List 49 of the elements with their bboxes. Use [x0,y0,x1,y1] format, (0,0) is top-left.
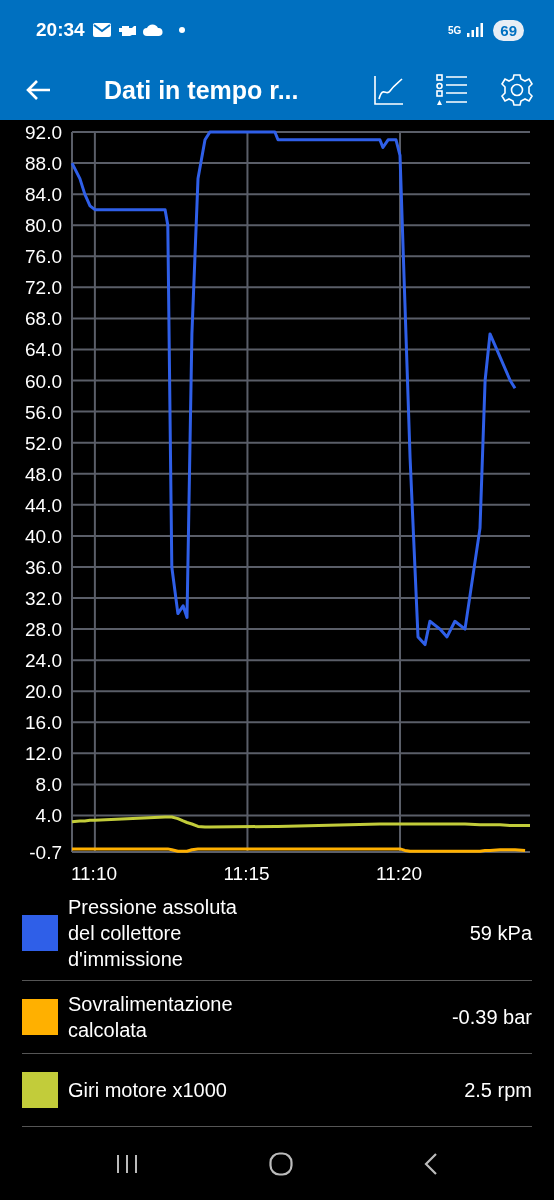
y-tick-label: 56.0 [25,401,62,423]
y-tick-label: 4.0 [35,805,62,827]
y-tick-label: 48.0 [25,463,62,485]
legend-label: Sovralimentazione calcolata [68,992,234,1043]
y-tick-label: 88.0 [25,153,62,175]
recent-apps-icon[interactable] [115,1153,138,1174]
y-tick-label: 36.0 [25,556,62,578]
x-tick-label: 11:20 [376,863,423,884]
y-tick-label: 16.0 [25,712,62,734]
screen-title: Dati in tempo r... [104,75,300,105]
signal-icon [467,23,484,37]
y-tick-label: 28.0 [25,619,62,641]
y-tick-label: 84.0 [25,184,62,206]
back-icon[interactable] [424,1151,439,1176]
y-tick-label: 72.0 [25,277,62,299]
settings-icon[interactable] [500,73,534,107]
x-tick-label: 11:10 [70,863,118,884]
legend-value: -0.39 bar [451,1005,532,1029]
y-tick-label: 60.0 [25,370,62,392]
y-tick-label: 76.0 [25,246,62,268]
y-tick-label: -0.7 [29,842,62,863]
y-tick-label: 80.0 [25,215,62,237]
legend-value: 2.5 rpm [464,1078,532,1102]
x-tick-label: 11:15 [223,863,270,884]
y-tick-label: 24.0 [25,650,62,672]
y-tick-label: 32.0 [25,588,62,609]
y-tick-label: 68.0 [25,308,62,330]
legend-label: Giri motore x1000 [68,1078,228,1103]
y-tick-label: 8.0 [35,774,62,796]
back-arrow-icon[interactable] [26,79,52,101]
legend-label: Pressione assoluta del collettore d'immissione [68,895,238,972]
engine-icon [116,24,137,36]
legend-value: 59 kPa [469,921,532,945]
network-label: 5G [447,24,462,36]
status-time: 20:34 [36,19,85,41]
y-tick-label: 92.0 [25,122,62,143]
list-icon[interactable] [436,74,468,106]
y-tick-label: 12.0 [25,743,62,765]
y-tick-label: 20.0 [25,681,62,703]
y-tick-label: 64.0 [25,339,62,361]
mail-icon [92,23,111,37]
chart-icon[interactable] [374,75,404,105]
battery-level: 69 [493,19,524,41]
home-icon[interactable] [269,1151,293,1176]
cloud-icon [142,24,163,36]
notification-dot-icon [178,27,185,33]
y-tick-label: 44.0 [25,494,62,516]
y-tick-label: 40.0 [25,525,62,547]
y-tick-label: 52.0 [25,432,62,454]
